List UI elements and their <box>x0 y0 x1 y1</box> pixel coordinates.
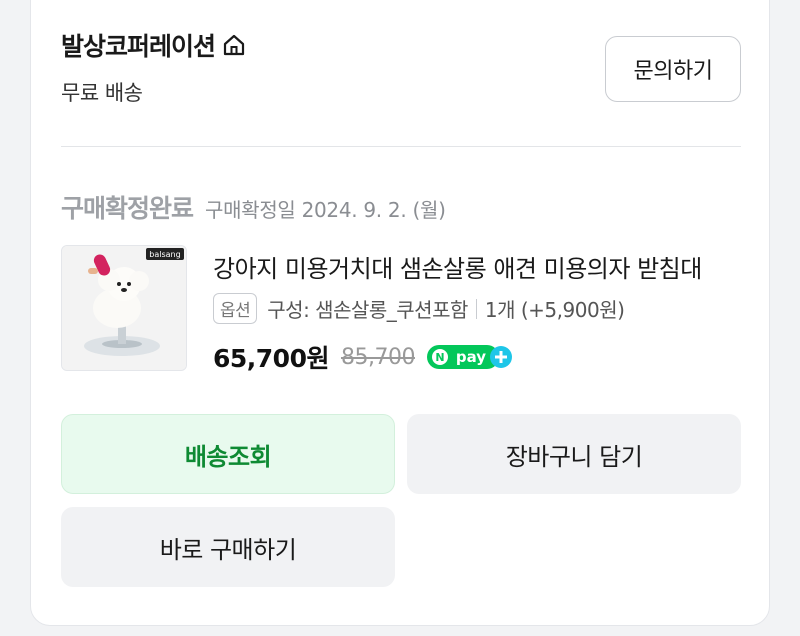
seller-name[interactable]: 발상코퍼레이션 <box>61 27 216 63</box>
npay-plus-badge: N pay <box>426 344 513 370</box>
shipping-info: 무료 배송 <box>61 81 143 105</box>
brand-label: balsang <box>149 250 180 259</box>
seller-header[interactable]: 발상코퍼레이션 <box>61 27 247 63</box>
order-card: 발상코퍼레이션 무료 배송 문의하기 구매확정완료 구매확정일 2024. 9.… <box>30 0 770 626</box>
confirm-date: 구매확정일 2024. 9. 2. (월) <box>205 198 446 222</box>
order-status-row: 구매확정완료 구매확정일 2024. 9. 2. (월) <box>61 189 446 225</box>
quantity-text: 1개 (+5,900원) <box>484 298 625 322</box>
order-status: 구매확정완료 <box>61 194 194 223</box>
home-icon[interactable] <box>221 32 247 58</box>
product-image[interactable]: balsang <box>61 245 187 371</box>
track-delivery-button[interactable]: 배송조회 <box>61 414 395 494</box>
svg-text:N: N <box>435 351 444 364</box>
buy-now-button[interactable]: 바로 구매하기 <box>61 507 395 587</box>
original-price: 85,700 <box>340 344 415 370</box>
option-separator <box>475 298 477 319</box>
inquiry-button[interactable]: 문의하기 <box>605 36 741 102</box>
price-row: 65,700원 85,700 N pay <box>213 339 513 375</box>
npay-label: pay <box>456 348 486 366</box>
product-title[interactable]: 강아지 미용거치대 샘손살롱 애견 미용의자 받침대 <box>213 249 743 284</box>
add-to-cart-button[interactable]: 장바구니 담기 <box>407 414 741 494</box>
divider <box>61 146 741 147</box>
option-row: 옵션 구성: 샘손살롱_쿠션포함 1개 (+5,900원) <box>213 293 625 324</box>
price: 65,700원 <box>213 344 329 373</box>
option-badge: 옵션 <box>213 293 258 324</box>
option-text: 구성: 샘손살롱_쿠션포함 <box>267 298 468 322</box>
